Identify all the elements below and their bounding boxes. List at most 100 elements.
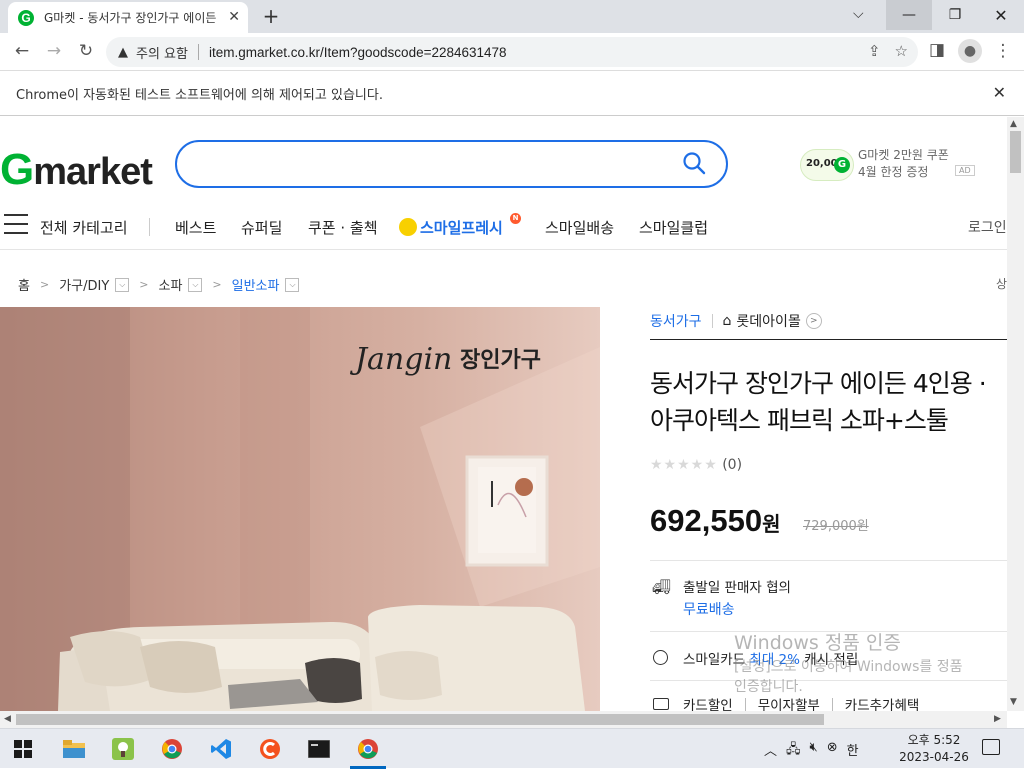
security-status[interactable]: 주의 요함 xyxy=(136,43,188,62)
breadcrumb-home[interactable]: 홈 xyxy=(18,275,30,294)
info-divider xyxy=(650,680,1007,681)
horizontal-scroll-thumb[interactable] xyxy=(16,714,824,725)
bookmark-star-icon[interactable]: ☆ xyxy=(895,42,908,60)
card-extra-link[interactable]: 카드추가혜택 xyxy=(845,694,920,711)
nav-smile-club[interactable]: 스마일클럽 xyxy=(639,217,708,238)
c-app-icon[interactable] xyxy=(252,733,288,765)
url-text[interactable]: item.gmarket.co.kr/Item?goodscode=228463… xyxy=(209,45,507,60)
tab-close-icon[interactable]: ✕ xyxy=(228,9,240,25)
price-unit: 원 xyxy=(762,514,781,536)
gmarket-logo[interactable]: Gmarket xyxy=(0,145,153,195)
credit-card-icon xyxy=(653,698,669,710)
ime-indicator[interactable]: 한 xyxy=(847,740,859,762)
card-divider xyxy=(831,697,833,711)
browser-tab[interactable]: G G마켓 - 동서가구 장인가구 에이든 4인용 아쿠아텍스 패브릭 소파+스… xyxy=(8,2,248,33)
windows-start-icon[interactable] xyxy=(14,740,32,758)
terminal-icon[interactable] xyxy=(301,733,337,765)
chrome-menu-icon[interactable]: ⋮ xyxy=(992,41,1014,61)
browser-tabstrip: G G마켓 - 동서가구 장인가구 에이든 4인용 아쿠아텍스 패브릭 소파+스… xyxy=(0,0,1024,33)
network-icon[interactable]: 🖧︎ xyxy=(786,740,801,762)
vertical-scrollbar[interactable]: ▲ ▼ xyxy=(1007,117,1024,711)
breadcrumb-right-text[interactable]: 상 xyxy=(996,275,1007,292)
breadcrumb: 홈 > 가구/DIY ⌵ > 소파 ⌵ > 일반소파 ⌵ xyxy=(18,275,300,294)
smile-card-highlight: 최대 2% xyxy=(749,652,800,668)
shop-link[interactable]: ⌂ 롯데아이몰 > xyxy=(723,311,822,331)
file-explorer-icon[interactable] xyxy=(56,733,92,765)
search-icon[interactable] xyxy=(682,151,706,175)
chevron-down-icon[interactable]: ⌵ xyxy=(285,277,300,292)
scroll-right-icon[interactable]: ▶ xyxy=(994,714,1001,724)
chevron-down-icon[interactable]: ⌵ xyxy=(115,277,130,292)
vertical-scroll-thumb[interactable] xyxy=(1010,131,1021,173)
card-divider xyxy=(744,697,746,711)
address-bar[interactable]: ▲ 주의 요함 item.gmarket.co.kr/Item?goodscod… xyxy=(106,37,918,67)
smile-card-prefix: 스마일카드 xyxy=(683,652,746,668)
share-icon[interactable]: ⇪ xyxy=(868,42,881,60)
clock-date: 2023-04-26 xyxy=(899,750,969,764)
sale-price: 692,550원 xyxy=(650,503,780,539)
nav-smile-fresh[interactable]: 스마일프레시 xyxy=(399,217,503,238)
infobar-close-icon[interactable]: ✕ xyxy=(993,83,1006,102)
chrome-icon[interactable] xyxy=(154,733,190,765)
infobar-message: Chrome이 자동화된 테스트 소프트웨어에 의해 제어되고 있습니다. xyxy=(16,87,383,103)
new-tab-button[interactable]: + xyxy=(260,4,282,28)
gmarket-favicon-icon: G xyxy=(18,9,34,26)
product-title-line1: 동서가구 장인가구 에이든 4인용 · xyxy=(650,369,987,398)
brand-link[interactable]: 동서가구 xyxy=(650,311,702,331)
coupon-promo-banner[interactable]: 20,000 G G마켓 2만원 쿠폰 4월 한정 증정 AD xyxy=(800,147,980,183)
back-arrow-icon[interactable]: ← xyxy=(11,41,33,61)
nav-best[interactable]: 베스트 xyxy=(175,217,216,238)
promo-text: G마켓 2만원 쿠폰 4월 한정 증정 xyxy=(858,147,949,181)
product-title: 동서가구 장인가구 에이든 4인용 · 아쿠아텍스 패브릭 소파+스툴 xyxy=(650,365,1007,439)
horizontal-scrollbar[interactable]: ◀ ▶ xyxy=(0,711,1007,728)
chrome-active-icon[interactable] xyxy=(350,733,386,769)
scroll-down-icon[interactable]: ▼ xyxy=(1010,697,1017,707)
new-badge: N xyxy=(510,213,521,224)
clock[interactable]: 오후 5:52 2023-04-26 xyxy=(899,732,969,766)
search-input[interactable] xyxy=(175,140,728,188)
logo-g: G xyxy=(0,145,34,194)
rating[interactable]: ★★★★★ (0) xyxy=(650,457,742,473)
window-restore-button[interactable]: ❐ xyxy=(932,0,978,30)
tray-chevron-up-icon[interactable]: ︿ xyxy=(764,740,777,762)
browser-toolbar: ← → ↻ ▲ 주의 요함 item.gmarket.co.kr/Item?go… xyxy=(0,33,1024,71)
nav-coupon-checkin[interactable]: 쿠폰 · 출첵 xyxy=(308,217,378,238)
breadcrumb-level1[interactable]: 가구/DIY xyxy=(59,275,109,294)
side-panel-icon[interactable]: ◨ xyxy=(926,40,948,60)
login-link[interactable]: 로그인 xyxy=(968,217,1007,237)
chevron-down-icon[interactable]: ⌵ xyxy=(188,277,203,292)
reload-icon[interactable]: ↻ xyxy=(75,41,97,61)
breadcrumb-level2[interactable]: 소파 xyxy=(159,275,183,294)
free-shipping: 무료배송 xyxy=(683,602,735,618)
notification-center-icon[interactable] xyxy=(982,739,1000,755)
scroll-up-icon[interactable]: ▲ xyxy=(1010,119,1017,129)
global-nav: 전체 카테고리 베스트 슈퍼딜 쿠폰 · 출첵 스마일프레시 N 스마일배송 스… xyxy=(0,202,1007,250)
window-minimize-button[interactable]: — xyxy=(886,0,932,30)
shop-name: 롯데아이몰 xyxy=(736,314,801,330)
installment-link[interactable]: 무이자할부 xyxy=(758,694,820,711)
nav-superdeal[interactable]: 슈퍼딜 xyxy=(241,217,282,238)
product-main-image[interactable]: Jangin 장인가구 xyxy=(0,307,600,711)
volume-muted-icon[interactable]: 🔇︎ xyxy=(810,740,818,762)
chevron-right-icon: > xyxy=(212,278,222,291)
rating-stars-icon: ★★★★★ xyxy=(650,457,718,473)
chevron-right-icon: > xyxy=(805,313,822,329)
chevron-right-icon: > xyxy=(39,278,50,291)
card-discount-link[interactable]: 카드할인 xyxy=(683,694,733,711)
scroll-left-icon[interactable]: ◀ xyxy=(4,714,11,724)
info-divider xyxy=(650,631,1007,632)
forward-arrow-icon[interactable]: → xyxy=(43,41,65,61)
vscode-icon[interactable] xyxy=(203,733,239,765)
nav-smile-delivery[interactable]: 스마일배송 xyxy=(545,217,614,238)
warning-triangle-icon[interactable]: ▲ xyxy=(118,45,128,60)
profile-avatar-icon[interactable]: ● xyxy=(958,39,982,63)
smile-card-benefit[interactable]: 스마일카드 최대 2% 캐시 적립 xyxy=(683,648,858,668)
automation-infobar: Chrome이 자동화된 테스트 소프트웨어에 의해 제어되고 있습니다. ✕ xyxy=(0,71,1024,116)
breadcrumb-level3[interactable]: 일반소파 xyxy=(232,275,280,294)
hamburger-menu-icon[interactable] xyxy=(4,214,28,234)
all-categories-link[interactable]: 전체 카테고리 xyxy=(40,217,128,238)
tab-search-chevron-icon[interactable]: ⌵ xyxy=(853,6,864,22)
blocked-icon[interactable]: ⊗ xyxy=(827,740,838,762)
map-app-icon[interactable] xyxy=(105,733,141,765)
window-close-button[interactable]: ✕ xyxy=(978,0,1024,30)
